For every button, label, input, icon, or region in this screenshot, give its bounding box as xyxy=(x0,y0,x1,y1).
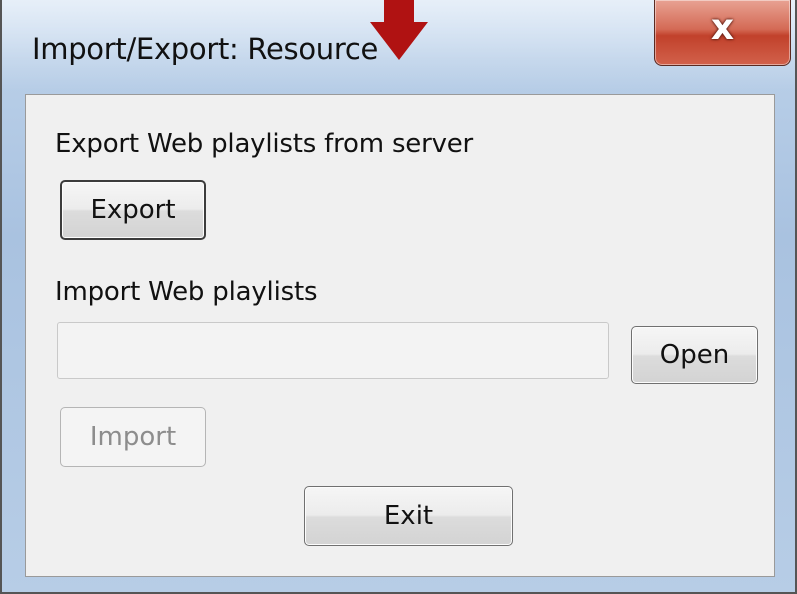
exit-button[interactable]: Exit xyxy=(304,486,513,546)
export-button[interactable]: Export xyxy=(60,180,206,240)
dialog-content: Export Web playlists from server Export … xyxy=(25,94,775,577)
annotation-arrow-icon xyxy=(370,0,428,60)
import-button[interactable]: Import xyxy=(60,407,206,467)
close-icon: x xyxy=(710,7,735,48)
window-title: Import/Export: Resource xyxy=(32,32,379,66)
export-section-label: Export Web playlists from server xyxy=(55,129,474,159)
dialog-window: Import/Export: Resource x Export Web pla… xyxy=(0,0,797,594)
import-section-label: Import Web playlists xyxy=(55,277,318,307)
open-button[interactable]: Open xyxy=(631,326,758,384)
close-button[interactable]: x xyxy=(654,0,791,66)
file-path-input[interactable] xyxy=(57,322,609,379)
